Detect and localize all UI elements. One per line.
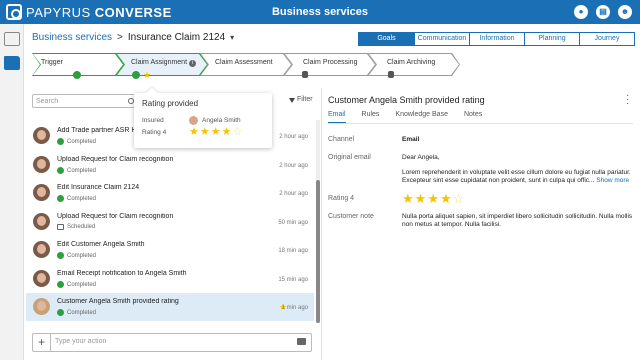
chat-icon[interactable]: ▤ — [596, 5, 610, 19]
breadcrumb-separator: > — [117, 32, 123, 43]
check-circle-icon — [57, 252, 64, 259]
rating-stars: ★ ★ ★ ★ ☆ — [189, 125, 243, 138]
step-claim-processing[interactable]: Claim Processing — [285, 54, 375, 75]
breadcrumb-parent[interactable]: Business services — [32, 32, 112, 43]
star-icon: ★ — [427, 191, 439, 206]
star-outline-icon: ☆ — [452, 191, 465, 206]
channel-label: Channel — [328, 136, 355, 143]
list-item-selected[interactable]: Customer Angela Smith provided rating Co… — [26, 293, 314, 321]
calendar-icon — [57, 224, 64, 230]
list-item[interactable]: Upload Request for Claim recognition Sch… — [26, 208, 314, 236]
email-body: Lorem reprehenderit in voluptate velit e… — [402, 169, 631, 184]
action-input-bar: + Type your action — [32, 333, 312, 352]
customer-note-label: Customer note — [328, 213, 374, 220]
check-circle-icon — [57, 281, 64, 288]
panel-divider — [321, 88, 322, 360]
rating-label: Rating 4 — [328, 195, 355, 202]
bell-icon[interactable]: ● — [574, 5, 588, 19]
user-icon[interactable]: ☻ — [618, 5, 632, 19]
star-icon: ★ — [414, 191, 427, 206]
star-outline-icon: ☆ — [232, 125, 243, 138]
scrollbar-thumb[interactable] — [316, 180, 320, 323]
view-tabs: Goals Communication Information Planning… — [358, 32, 635, 46]
list-item[interactable]: Edit Customer Angela Smith Completed 18 … — [26, 236, 314, 264]
action-input[interactable]: Type your action — [55, 338, 106, 345]
avatar — [33, 184, 50, 201]
check-icon — [73, 71, 81, 79]
customer-note-value: Nulla porta aliquet sapien, sit imperdie… — [402, 213, 633, 228]
star-icon: ★ — [439, 191, 452, 206]
tab-journey[interactable]: Journey — [579, 33, 634, 45]
step-claim-assignment[interactable]: Claim Assignment i — [117, 54, 207, 75]
star-icon: ★ — [221, 125, 232, 138]
activity-list: Add Trade partner ASR Heal Completed 2 h… — [26, 120, 314, 322]
check-circle-icon — [57, 309, 64, 316]
list-item[interactable]: Upload Request for Claim recognition Com… — [26, 151, 314, 179]
rating-popover: Rating provided Insured Angela Smith Rat… — [134, 93, 272, 148]
avatar — [33, 213, 50, 230]
tab-planning[interactable]: Planning — [524, 33, 579, 45]
step-claim-archiving[interactable]: Claim Archiving — [369, 54, 459, 75]
avatar — [33, 127, 50, 144]
detail-rating-stars: ★ ★ ★ ★ ☆ — [402, 192, 634, 205]
search-input[interactable]: Search — [32, 94, 138, 108]
info-icon[interactable]: i — [189, 60, 196, 67]
lock-icon — [388, 71, 394, 78]
comment-icon[interactable] — [297, 338, 306, 345]
breadcrumb: Business services > Insurance Claim 2124… — [32, 32, 234, 43]
detail-title: Customer Angela Smith provided rating — [328, 95, 485, 105]
list-item[interactable]: Email Receipt notification to Angela Smi… — [26, 265, 314, 293]
top-bar: PAPYRUS CONVERSE Business services ● ▤ ☻ — [0, 0, 640, 24]
check-icon — [132, 71, 140, 79]
filter-icon — [289, 98, 295, 103]
email-greeting: Dear Angela, — [402, 154, 440, 161]
add-button[interactable]: + — [33, 334, 51, 351]
tab-communication[interactable]: Communication — [414, 33, 469, 45]
avatar — [33, 270, 50, 287]
lock-icon — [302, 71, 308, 78]
avatar — [189, 115, 198, 125]
inbox-icon[interactable] — [4, 32, 20, 46]
chevron-down-icon[interactable]: ▾ — [230, 33, 234, 42]
app-title: Business services — [271, 6, 368, 18]
breadcrumb-current: Insurance Claim 2124 — [127, 32, 226, 43]
star-icon: ★ — [199, 125, 210, 138]
check-circle-icon — [57, 138, 64, 145]
process-stepper: Trigger Claim Assignment i Claim Assessme… — [32, 53, 462, 80]
star-icon: ★ — [402, 191, 414, 206]
tab-information[interactable]: Information — [469, 33, 524, 45]
more-vertical-icon[interactable]: · · · — [626, 91, 629, 109]
channel-value: Email — [402, 136, 420, 143]
step-claim-assessment[interactable]: Claim Assessment — [201, 54, 291, 75]
avatar — [33, 241, 50, 258]
tabs-divider — [328, 123, 633, 124]
tab-goals[interactable]: Goals — [359, 33, 414, 45]
left-rail — [0, 24, 24, 360]
avatar — [33, 298, 50, 315]
star-half-icon: ★ — [143, 70, 152, 80]
avatar — [33, 156, 50, 173]
star-icon: ★ — [189, 125, 199, 138]
folder-icon[interactable] — [4, 56, 20, 70]
filter-button[interactable]: Filter — [289, 96, 313, 103]
list-item[interactable]: Edit Insurance Claim 2124 Completed 2 ho… — [26, 179, 314, 207]
show-more-link[interactable]: Show more — [596, 177, 629, 184]
check-circle-icon — [57, 195, 64, 202]
star-icon: ★ — [210, 125, 221, 138]
check-circle-icon — [57, 167, 64, 174]
original-email-label: Original email — [328, 154, 371, 161]
